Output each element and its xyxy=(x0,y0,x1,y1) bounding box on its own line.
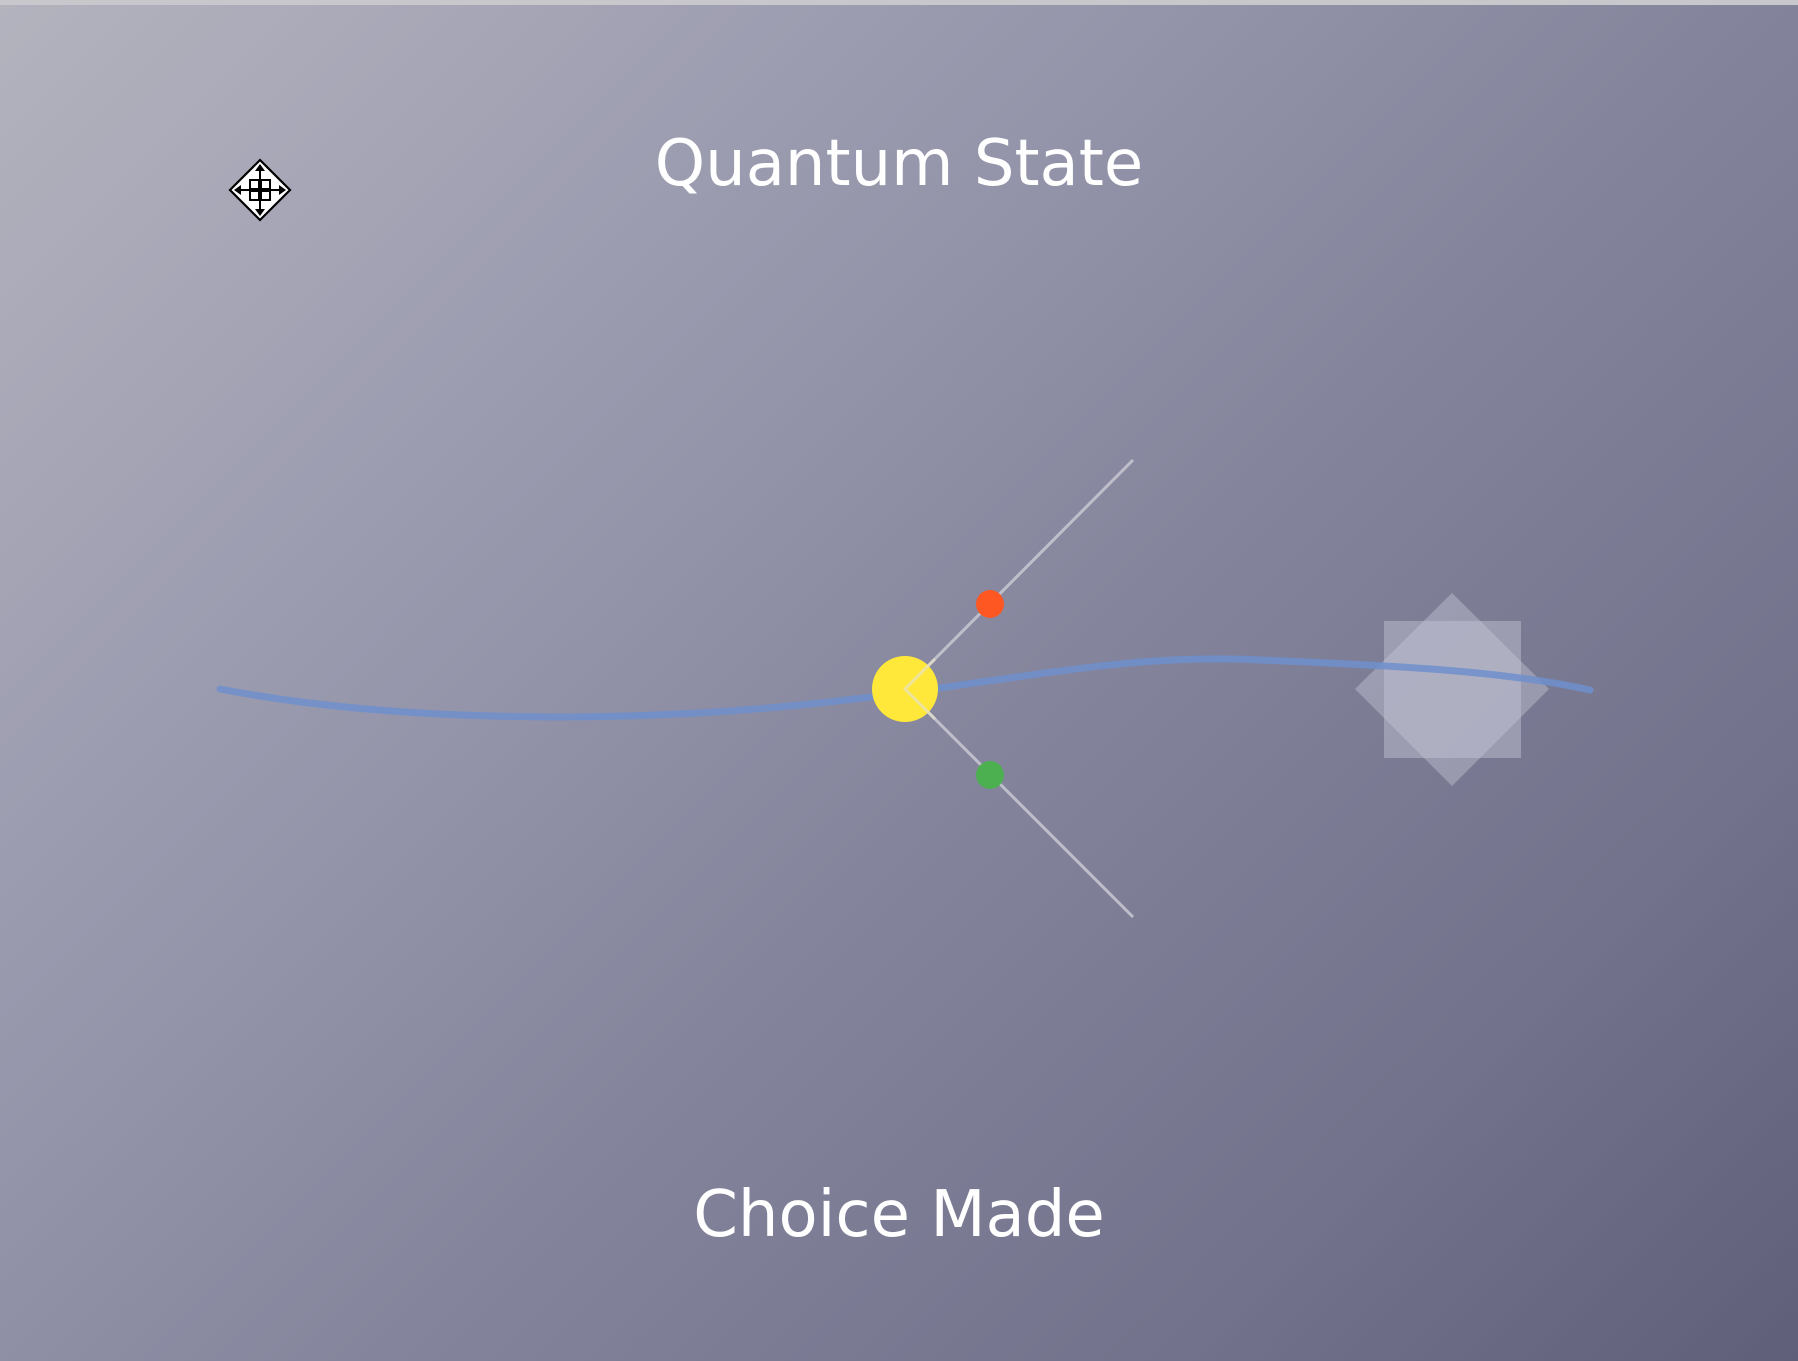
upper-node xyxy=(976,590,1004,618)
branch-line-lower xyxy=(903,687,1135,919)
move-cursor-icon xyxy=(228,158,292,222)
lower-node xyxy=(976,761,1004,789)
branch-line-upper xyxy=(903,458,1135,691)
caption-text: Choice Made xyxy=(693,1178,1105,1252)
